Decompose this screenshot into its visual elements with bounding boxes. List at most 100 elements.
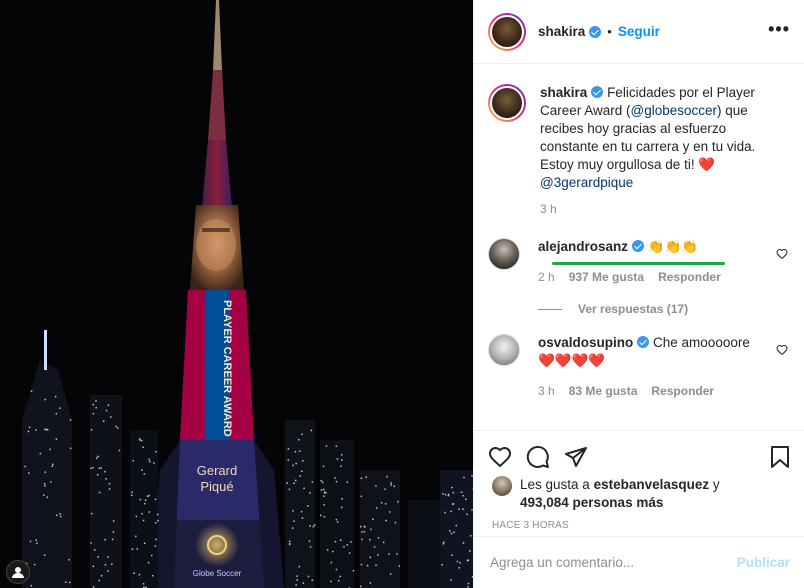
likes-summary: Les gusta a estebanvelasquez y 493,084 p… xyxy=(474,470,804,512)
city-light xyxy=(139,439,141,441)
liker-username[interactable]: estebanvelasquez xyxy=(594,477,710,492)
city-light xyxy=(323,488,325,491)
city-light xyxy=(45,429,47,431)
city-light xyxy=(460,491,463,493)
city-light xyxy=(456,560,459,563)
city-light xyxy=(366,564,369,567)
city-light xyxy=(348,552,351,554)
comment-time: 3 h xyxy=(538,384,555,398)
city-light xyxy=(108,482,111,485)
city-light xyxy=(301,470,303,472)
city-light xyxy=(51,465,53,467)
city-light xyxy=(393,485,396,488)
city-light xyxy=(385,519,387,522)
city-light xyxy=(90,512,93,515)
city-light xyxy=(309,525,311,527)
more-options-icon[interactable]: ••• xyxy=(768,20,790,40)
share-icon[interactable] xyxy=(564,445,588,469)
city-light xyxy=(98,467,101,470)
city-light xyxy=(302,460,304,462)
city-light xyxy=(336,458,339,460)
city-light xyxy=(155,522,157,524)
city-light xyxy=(301,433,303,436)
author-avatar[interactable] xyxy=(488,12,526,51)
city-light xyxy=(451,554,453,556)
photo-name-1: Gerard xyxy=(197,463,237,478)
city-light xyxy=(90,429,93,431)
reply-button[interactable]: Responder xyxy=(658,268,721,286)
author-username[interactable]: shakira xyxy=(538,24,585,39)
city-light xyxy=(394,521,397,524)
commenter-avatar[interactable] xyxy=(488,334,520,366)
city-light xyxy=(463,476,465,479)
city-light xyxy=(96,474,99,476)
comment-heart-icon[interactable] xyxy=(776,248,788,263)
city-light xyxy=(307,575,310,578)
city-light xyxy=(390,482,392,484)
city-light xyxy=(452,491,454,494)
city-light xyxy=(360,585,362,588)
city-light xyxy=(459,562,461,564)
comments-section: shakira Felicidades por el Player Career… xyxy=(474,64,804,430)
city-light xyxy=(94,549,96,551)
publish-button[interactable]: Publicar xyxy=(737,555,790,570)
city-light xyxy=(303,487,305,490)
likes-text: Les gusta a estebanvelasquez y 493,084 p… xyxy=(520,476,720,512)
caption: shakira Felicidades por el Player Career… xyxy=(488,84,788,192)
city-light xyxy=(95,407,97,409)
city-light xyxy=(139,498,142,501)
like-heart-icon[interactable] xyxy=(488,445,512,469)
city-light xyxy=(450,532,453,535)
city-light xyxy=(301,517,304,519)
city-light xyxy=(59,513,61,515)
city-light xyxy=(458,508,460,510)
city-light xyxy=(373,546,376,548)
city-light xyxy=(308,540,311,542)
city-light xyxy=(334,540,337,543)
verified-icon xyxy=(637,336,650,348)
comment-heart-icon[interactable] xyxy=(776,344,788,359)
city-light xyxy=(312,525,315,528)
commenter-avatar[interactable] xyxy=(488,238,520,270)
bookmark-icon[interactable] xyxy=(768,445,792,469)
liker-avatar[interactable] xyxy=(492,476,512,496)
follow-button[interactable]: Seguir xyxy=(618,24,660,39)
comment-input[interactable] xyxy=(490,555,737,570)
mention-3gerardpique[interactable]: @3gerardpique xyxy=(540,175,633,190)
view-replies-button[interactable]: Ver respuestas (17) xyxy=(538,302,788,316)
photo-user-tag-icon[interactable] xyxy=(6,560,30,584)
mention-globesoccer[interactable]: @globesoccer xyxy=(631,103,718,118)
commenter-username[interactable]: osvaldosupino xyxy=(538,335,633,350)
city-light xyxy=(140,439,143,442)
city-light xyxy=(467,586,469,588)
city-light xyxy=(380,502,383,504)
city-light xyxy=(346,481,349,483)
city-light xyxy=(375,485,377,487)
city-light xyxy=(144,499,147,501)
city-light xyxy=(141,513,143,515)
city-light xyxy=(389,573,392,575)
city-light xyxy=(321,481,324,484)
comment-likes[interactable]: 83 Me gusta xyxy=(569,382,638,400)
comment-item: alejandrosanz 👏👏👏 2 h 937 Me gusta Respo… xyxy=(488,238,788,286)
city-light xyxy=(298,565,300,568)
caption-avatar[interactable] xyxy=(488,84,526,122)
photo-sponsor: Globe Soccer xyxy=(193,569,242,578)
caption-username[interactable]: shakira xyxy=(540,85,587,100)
likes-mid: y xyxy=(709,477,720,492)
city-light xyxy=(335,568,338,571)
city-light xyxy=(90,542,92,544)
add-comment-bar: Publicar xyxy=(474,536,804,588)
city-light xyxy=(323,516,326,518)
post-photo[interactable]: PLAYER CAREER AWARD Gerard Piqué Globe S… xyxy=(0,0,473,588)
comment-likes[interactable]: 937 Me gusta xyxy=(569,268,644,286)
city-light xyxy=(27,430,30,433)
comment-item: osvaldosupino Che amooooore ❤️❤️❤️❤️ 3 h… xyxy=(488,334,788,400)
burj-khalifa-photo: PLAYER CAREER AWARD Gerard Piqué Globe S… xyxy=(0,0,473,588)
post-timestamp[interactable]: Hace 3 horas xyxy=(474,512,804,531)
commenter-username[interactable]: alejandrosanz xyxy=(538,239,628,254)
city-light xyxy=(35,429,37,431)
reply-button[interactable]: Responder xyxy=(651,382,714,400)
likes-count[interactable]: 493,084 personas más xyxy=(520,495,663,510)
comment-icon[interactable] xyxy=(526,445,550,469)
